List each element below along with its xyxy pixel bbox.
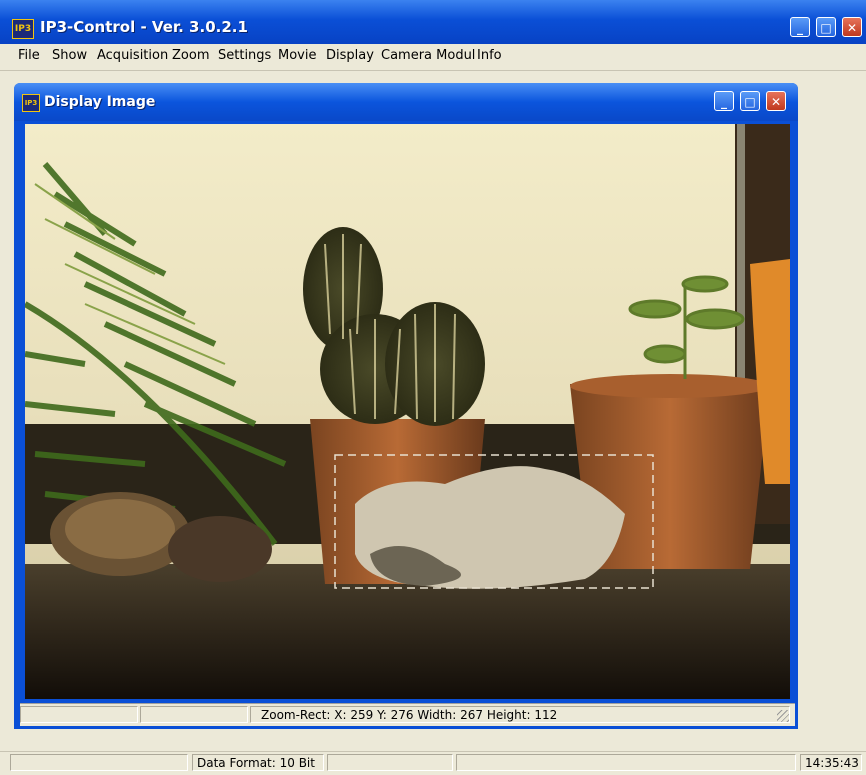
menu-info[interactable]: Info bbox=[477, 48, 502, 63]
menu-zoom[interactable]: Zoom bbox=[172, 48, 209, 63]
maximize-icon: □ bbox=[744, 95, 756, 109]
close-icon: ✕ bbox=[770, 95, 782, 109]
child-minimize-button[interactable]: _ bbox=[714, 91, 734, 111]
app-status-bar: Data Format: 10 Bit 14:35:43 bbox=[0, 751, 866, 775]
menu-file[interactable]: File bbox=[18, 48, 40, 63]
resize-grip-icon[interactable] bbox=[777, 710, 789, 722]
status-segment bbox=[140, 706, 248, 723]
menu-camera-modul[interactable]: Camera Modul bbox=[381, 48, 475, 63]
menu-bar: File Show Acquisition Zoom Settings Movi… bbox=[0, 44, 866, 71]
time-status: 14:35:43 bbox=[800, 754, 862, 771]
camera-image[interactable] bbox=[25, 124, 790, 699]
child-titlebar: IP3 Display Image _ □ ✕ bbox=[14, 83, 798, 121]
status-segment bbox=[456, 754, 796, 771]
ip-icon: IP3 bbox=[22, 94, 40, 112]
maximize-icon: □ bbox=[820, 21, 832, 35]
maximize-button[interactable]: □ bbox=[816, 17, 836, 37]
minimize-icon: _ bbox=[721, 95, 727, 109]
child-maximize-button[interactable]: □ bbox=[740, 91, 760, 111]
close-button[interactable]: ✕ bbox=[842, 17, 862, 37]
zoom-rect-status: Zoom-Rect: X: 259 Y: 276 Width: 267 Heig… bbox=[250, 706, 790, 723]
status-segment bbox=[327, 754, 453, 771]
camera-photo bbox=[25, 124, 790, 699]
close-icon: ✕ bbox=[846, 21, 858, 35]
minimize-icon: _ bbox=[797, 21, 803, 35]
ip-icon: IP3 bbox=[12, 19, 34, 39]
minimize-button[interactable]: _ bbox=[790, 17, 810, 37]
child-close-button[interactable]: ✕ bbox=[766, 91, 786, 111]
data-format-status: Data Format: 10 Bit bbox=[192, 754, 324, 771]
status-segment bbox=[10, 754, 188, 771]
app-titlebar: IP3 IP3-Control - Ver. 3.0.2.1 _ □ ✕ bbox=[0, 0, 866, 44]
menu-show[interactable]: Show bbox=[52, 48, 87, 63]
status-segment bbox=[20, 706, 138, 723]
menu-display[interactable]: Display bbox=[326, 48, 374, 63]
menu-movie[interactable]: Movie bbox=[278, 48, 316, 63]
child-title: Display Image bbox=[44, 94, 156, 110]
app-title: IP3-Control - Ver. 3.0.2.1 bbox=[40, 18, 248, 36]
menu-acquisition[interactable]: Acquisition bbox=[97, 48, 168, 63]
child-status-bar: Zoom-Rect: X: 259 Y: 276 Width: 267 Heig… bbox=[20, 703, 795, 726]
menu-settings[interactable]: Settings bbox=[218, 48, 271, 63]
